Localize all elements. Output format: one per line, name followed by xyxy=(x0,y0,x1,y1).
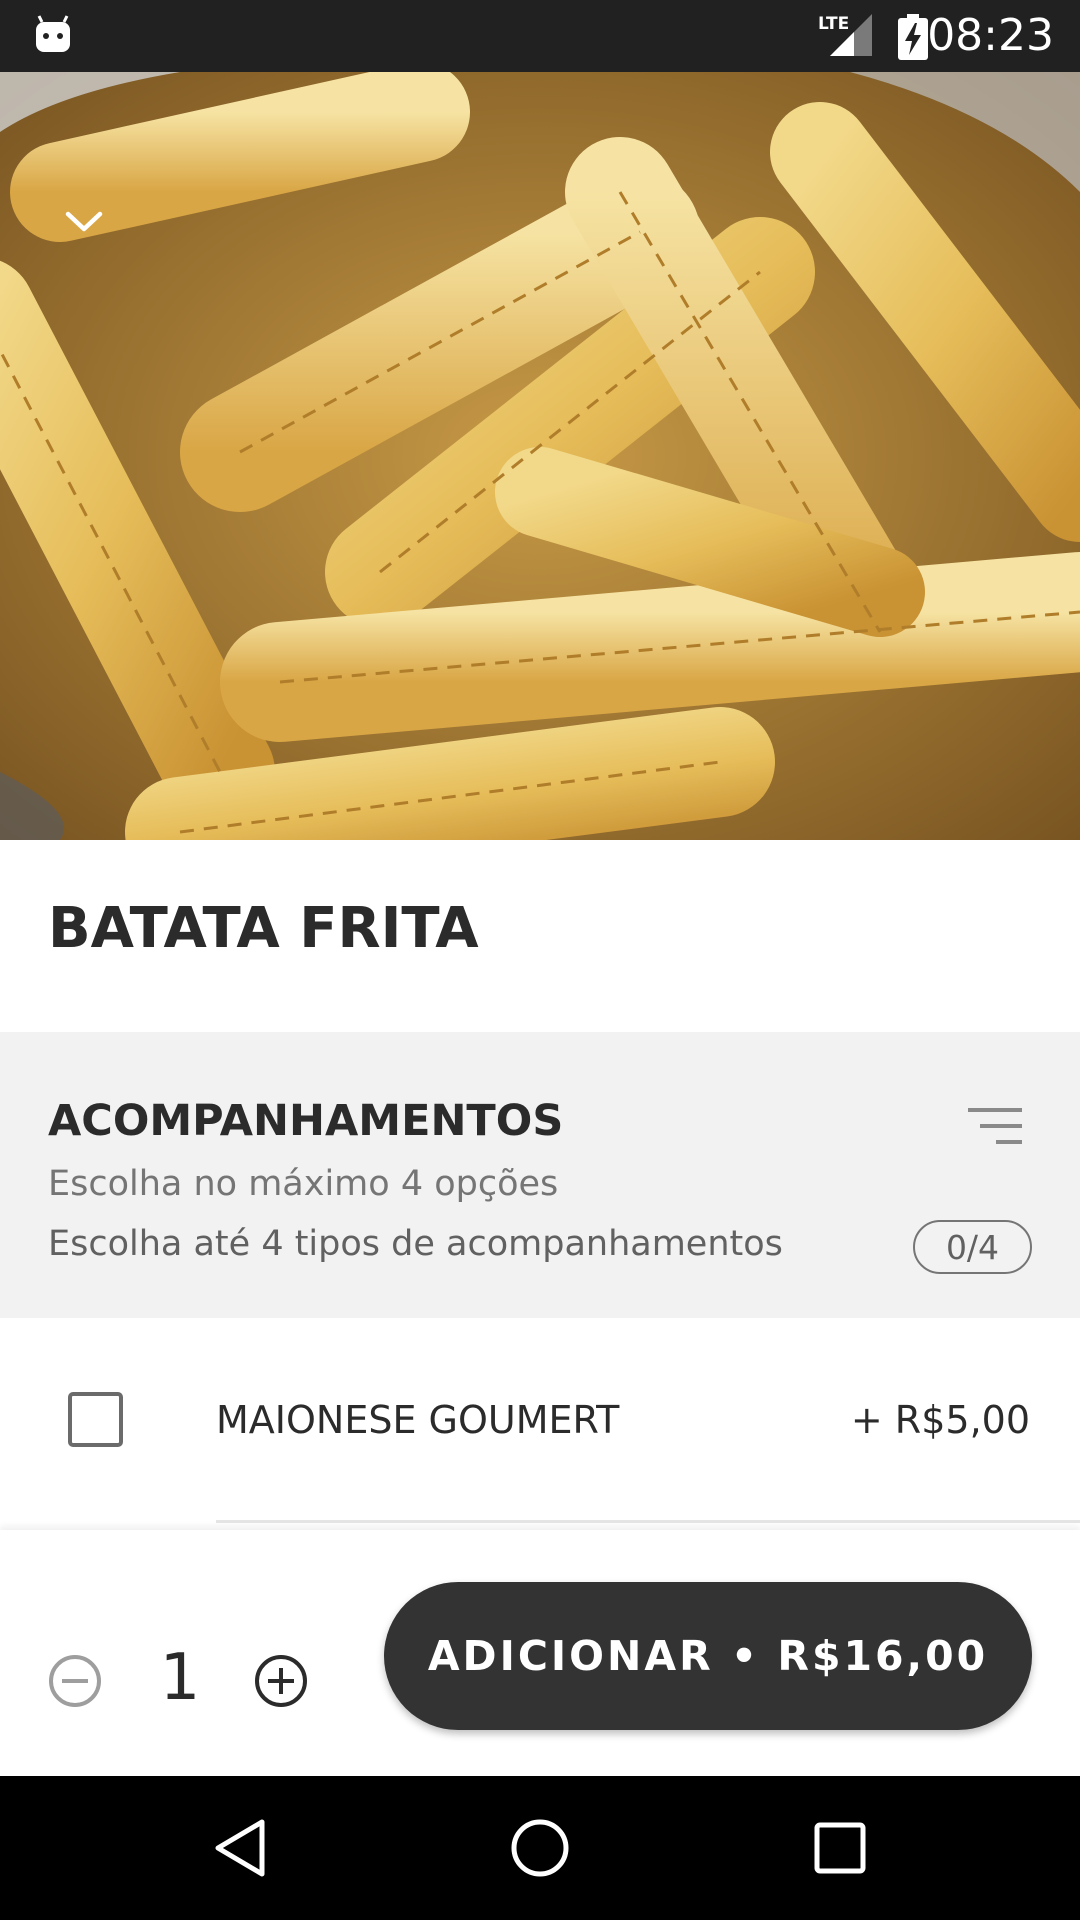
section-title: ACOMPANHAMENTOS xyxy=(48,1096,564,1146)
option-label: MAIONESE GOUMERT xyxy=(216,1398,620,1442)
minus-circle-icon[interactable] xyxy=(48,1654,102,1712)
system-navigation-bar xyxy=(0,1776,1080,1920)
status-clock: 08:23 xyxy=(927,10,1054,61)
add-to-cart-button[interactable]: ADICIONAR • R$16,00 xyxy=(384,1582,1032,1730)
option-row-maionese[interactable]: MAIONESE GOUMERT + R$5,00 xyxy=(0,1318,1080,1523)
lte-signal-icon: LTE xyxy=(818,12,874,62)
product-image xyxy=(0,72,1080,840)
section-subtitle: Escolha no máximo 4 opções xyxy=(48,1164,559,1204)
option-checkbox[interactable] xyxy=(68,1392,123,1447)
section-description: Escolha até 4 tipos de acompanhamentos xyxy=(48,1224,783,1264)
add-button-label: ADICIONAR • R$16,00 xyxy=(427,1632,989,1680)
back-triangle-icon[interactable] xyxy=(212,1818,268,1882)
option-price: + R$5,00 xyxy=(850,1398,1030,1442)
recents-square-icon[interactable] xyxy=(814,1818,866,1882)
plus-circle-icon[interactable] xyxy=(254,1654,308,1712)
batata-frita-photo xyxy=(0,72,1080,840)
sort-lines-icon xyxy=(966,1106,1024,1152)
selection-counter-badge: 0/4 xyxy=(913,1220,1032,1274)
product-title: BATATA FRITA xyxy=(48,896,479,961)
section-header: ACOMPANHAMENTOS Escolha no máximo 4 opçõ… xyxy=(0,1032,1080,1318)
status-bar: LTE 08:23 xyxy=(0,0,1080,72)
svg-text:LTE: LTE xyxy=(818,14,849,34)
divider xyxy=(216,1520,1080,1523)
quantity-value: 1 xyxy=(159,1641,201,1715)
collapse-button[interactable] xyxy=(54,192,114,252)
home-circle-icon[interactable] xyxy=(510,1818,570,1882)
android-app-icon xyxy=(34,14,72,58)
bottom-action-bar: 1 ADICIONAR • R$16,00 xyxy=(0,1530,1080,1776)
battery-charging-icon xyxy=(898,14,928,64)
chevron-down-icon xyxy=(65,211,103,232)
